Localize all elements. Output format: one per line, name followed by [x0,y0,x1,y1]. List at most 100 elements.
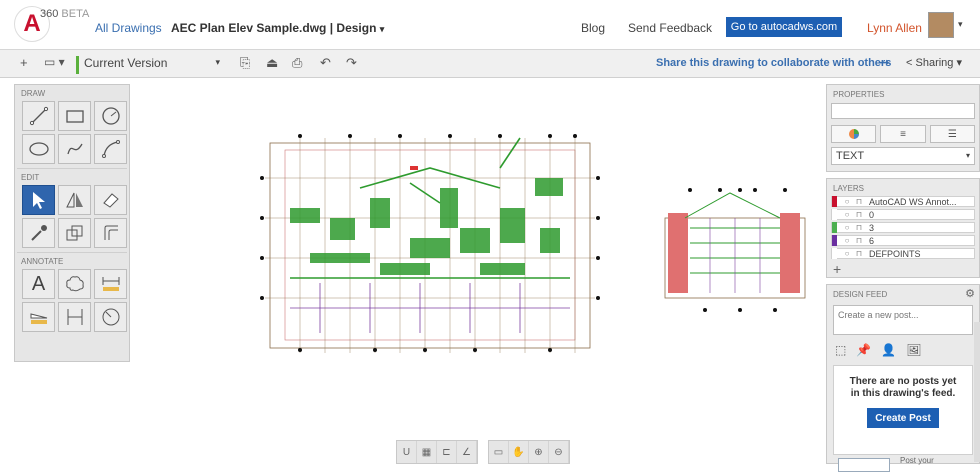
version-select[interactable]: Current Version ▾ [76,56,224,74]
layer-row[interactable]: ○ ⊓ 6 [831,235,975,246]
property-field[interactable] [831,103,975,119]
cloud-tool[interactable] [58,269,91,299]
open-icon[interactable]: ⎘ [240,55,250,71]
dimension-tool[interactable] [94,269,127,299]
spline-tool[interactable] [58,134,91,164]
drawing-canvas[interactable] [140,78,820,469]
user-name-link[interactable]: Lynn Allen [867,21,922,35]
layer-color-swatch[interactable] [832,235,837,246]
erase-tool[interactable] [94,185,127,215]
text-icon: A [31,272,46,295]
lock-icon[interactable]: ⊓ [853,236,865,245]
linetype-icon[interactable]: ☰ [929,125,975,143]
layer-row[interactable]: ○ ⊓ 3 [831,222,975,233]
add-icon[interactable]: + [20,55,28,70]
sharing-menu[interactable]: < Sharing ▾ [906,56,962,69]
rectangle-icon [65,110,84,123]
send-feedback-link[interactable]: Send Feedback [628,21,712,35]
window-icon[interactable]: ▭ [489,441,509,463]
offset-tool[interactable] [94,218,127,248]
image-icon[interactable]: 🖼 [906,343,921,357]
lock-icon[interactable]: ⊓ [853,249,865,258]
vertical-dimension-tool[interactable] [58,302,91,332]
grid-icon[interactable]: ▦ [417,441,437,463]
circle-tool[interactable] [94,101,127,131]
draw-tools [15,99,129,168]
right-panel: PROPERTIES ≡ ☰ TEXT ▾ LAYERS ○ ⊓ AutoCAD WS… [826,84,980,472]
lock-icon[interactable]: ⊓ [853,210,865,219]
user-tag-icon[interactable]: 👤 [881,343,896,357]
elevation-drawing [664,188,806,312]
rectangle-tool[interactable] [58,101,91,131]
undo-icon[interactable]: ↶ [320,55,331,71]
lock-icon[interactable]: ⊓ [853,223,865,232]
layer-row[interactable]: ○ ⊓ AutoCAD WS Annot... [831,196,975,207]
navigation-tools: ▭ ✋ ⊕ ⊖ [488,440,570,464]
tool-palette: DRAW EDIT ANNOTATE A [14,84,130,362]
snap-toggle[interactable]: U [397,441,417,463]
visibility-icon[interactable]: ○ [841,197,853,206]
zoom-in-icon[interactable]: ⊕ [529,441,549,463]
mirror-tool[interactable] [58,185,91,215]
ellipse-tool[interactable] [22,134,55,164]
gear-icon[interactable]: ⚙ [965,287,975,300]
layer-color-swatch[interactable] [832,209,837,220]
feed-scrollbar[interactable] [974,322,980,462]
leader-tool[interactable] [22,302,55,332]
visibility-icon[interactable]: ○ [841,223,853,232]
visibility-icon[interactable]: ○ [841,210,853,219]
text-tool[interactable]: A [22,269,55,299]
pin-icon[interactable]: 📌 [856,343,871,357]
annotate-tools: A [15,267,129,336]
arc-tool[interactable] [94,134,127,164]
layer-name: 3 [869,222,875,233]
new-post-input[interactable]: Create a new post... [833,305,973,335]
all-drawings-link[interactable]: All Drawings [95,21,162,35]
feed-empty-state: There are no posts yet in this drawing's… [833,365,973,455]
layers-menu-icon[interactable]: ▭ ▾ [44,55,65,69]
copy-tool[interactable] [58,218,91,248]
mirror-icon [65,192,83,208]
share-prompt[interactable]: Share this drawing to collaborate with o… [656,57,891,69]
pan-icon[interactable]: ✋ [509,441,529,463]
layer-color-swatch[interactable] [832,222,837,233]
redo-icon[interactable]: ↷ [346,55,357,71]
lineweight-icon[interactable]: ≡ [880,125,926,143]
visibility-icon[interactable]: ○ [841,249,853,258]
layer-row[interactable]: ○ ⊓ DEFPOINTS [831,248,975,259]
chevron-down-icon: ▾ [215,57,220,67]
design-feed-label: DESIGN FEED [833,290,888,299]
copy-icon [66,225,82,241]
line-tool[interactable] [22,101,55,131]
add-layer-button[interactable]: + [827,261,979,277]
edit-section-label: EDIT [21,173,40,182]
radius-tool[interactable] [94,302,127,332]
edit-tools [15,183,129,252]
spline-icon [66,143,83,155]
arc-icon [101,140,120,158]
layer-row[interactable]: ○ ⊓ 0 [831,209,975,220]
polar-icon[interactable]: ∠ [457,441,477,463]
eyedropper-tool[interactable] [22,218,55,248]
snap-tools: U ▦ ⊏ ∠ [396,440,478,464]
chevron-down-icon[interactable]: ▾ [958,19,963,30]
color-wheel-icon[interactable] [831,125,877,143]
lock-icon[interactable]: ⊓ [853,197,865,206]
create-post-button[interactable]: Create Post [867,408,939,428]
select-region-icon[interactable]: ⬚ [835,343,846,357]
blog-link[interactable]: Blog [581,21,605,35]
annotate-section-label: ANNOTATE [21,257,64,266]
zoom-out-icon[interactable]: ⊖ [549,441,569,463]
layer-name: AutoCAD WS Annot... [869,196,957,207]
layer-color-swatch[interactable] [832,248,837,259]
visibility-icon[interactable]: ○ [841,236,853,245]
layer-color-swatch[interactable] [832,196,837,207]
document-title-menu[interactable]: AEC Plan Elev Sample.dwg | Design ▾ [171,21,384,35]
object-type-select[interactable]: TEXT ▾ [831,147,975,165]
upload-icon[interactable]: ⏏ [266,55,278,71]
goto-autocadws-button[interactable]: Go to autocadws.com [726,17,842,37]
print-icon[interactable]: ⎙ [292,55,302,71]
select-tool[interactable] [22,185,55,215]
avatar[interactable] [928,12,954,38]
ortho-icon[interactable]: ⊏ [437,441,457,463]
